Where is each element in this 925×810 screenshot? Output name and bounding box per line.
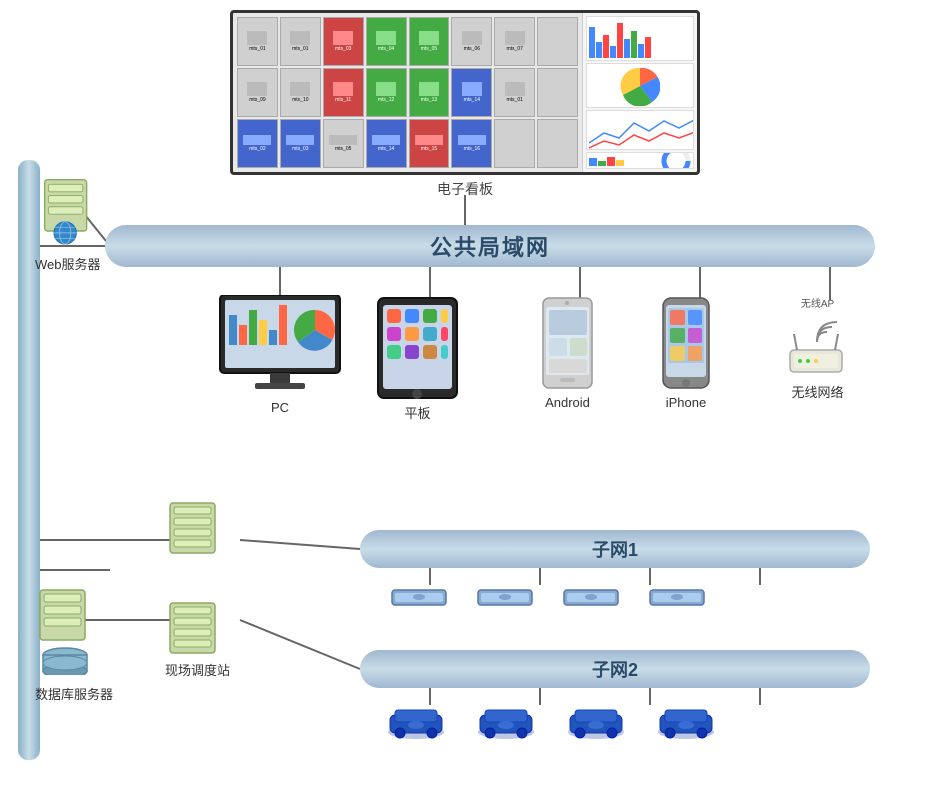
field-server-icon-1 xyxy=(165,500,225,555)
android-device: Android xyxy=(540,295,595,410)
tablet-label: 平板 xyxy=(404,403,430,422)
subnet2-label: 子网2 xyxy=(592,656,638,682)
subnet1-devices xyxy=(390,585,706,610)
billboard-label: 电子看板 xyxy=(230,179,700,199)
public-lan-pipe: 公共局域网 xyxy=(105,225,875,267)
scanner-icon-2 xyxy=(476,585,534,610)
web-server-icon xyxy=(35,175,100,245)
web-server: Web服务器 xyxy=(35,175,101,273)
tablet-device: 平板 xyxy=(375,295,460,422)
web-server-label: Web服务器 xyxy=(35,254,101,273)
agv-icon-3 xyxy=(565,700,627,740)
android-phone-icon xyxy=(540,295,595,395)
iphone-label: iPhone xyxy=(666,395,706,410)
db-server-icon xyxy=(35,585,105,675)
android-label: Android xyxy=(545,395,590,410)
main-container: mts_01 mts_01 mts_03 mts_04 mts_05 xyxy=(0,0,925,810)
tablet-icon xyxy=(375,295,460,403)
wireless-label: 无线网络 xyxy=(791,382,843,401)
db-server-label: 数据库服务器 xyxy=(35,684,113,703)
field-station-label: 现场调度站 xyxy=(165,660,230,679)
subnet2-pipe: 子网2 xyxy=(360,650,870,688)
field-server-icon-2 xyxy=(165,600,225,655)
field-station-lower: 现场调度站 xyxy=(165,600,230,679)
billboard-area: mts_01 mts_01 mts_03 mts_04 mts_05 xyxy=(230,10,700,195)
agv-icon-4 xyxy=(655,700,717,740)
agv-icon-2 xyxy=(475,700,537,740)
billboard-screen: mts_01 mts_01 mts_03 mts_04 mts_05 xyxy=(230,10,700,175)
db-server: 数据库服务器 xyxy=(35,585,113,703)
wireless-ap-label: 无线AP xyxy=(801,295,834,310)
subnet1-label: 子网1 xyxy=(592,536,638,562)
agv-icon-1 xyxy=(385,700,447,740)
iphone-device: iPhone xyxy=(660,295,712,410)
scanner-icon-4 xyxy=(648,585,706,610)
scanner-icon-3 xyxy=(562,585,620,610)
subnet2-devices xyxy=(385,700,717,740)
subnet1-pipe: 子网1 xyxy=(360,530,870,568)
wireless-router-icon xyxy=(780,312,855,382)
pc-device: PC xyxy=(215,295,345,415)
pc-label: PC xyxy=(271,400,289,415)
field-station-upper xyxy=(165,500,225,555)
pc-monitor-icon xyxy=(215,295,345,400)
wireless-device: 无线AP 无线网络 xyxy=(780,295,855,401)
scanner-icon-1 xyxy=(390,585,448,610)
iphone-icon xyxy=(660,295,712,395)
public-lan-label: 公共局域网 xyxy=(430,230,550,262)
